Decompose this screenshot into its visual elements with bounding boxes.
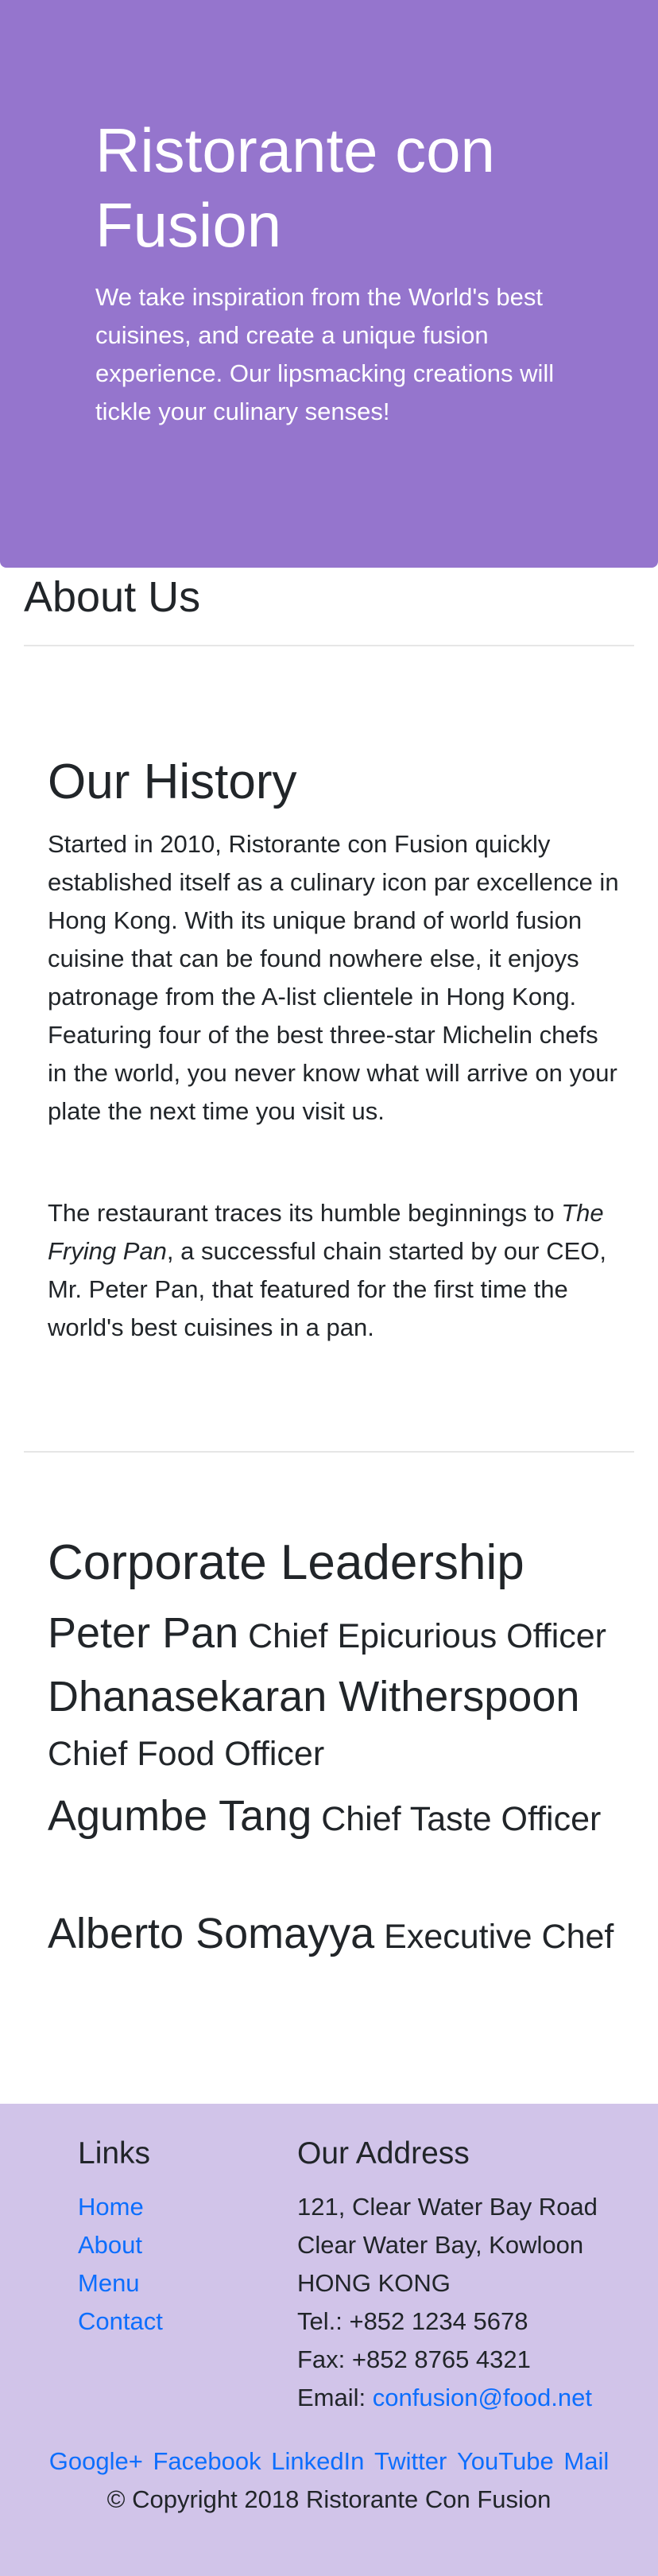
leader-item: Peter Pan Chief Epicurious Officer bbox=[48, 1606, 636, 1663]
fax-line: Fax: +852 8765 4321 bbox=[297, 2345, 531, 2373]
copyright-text: © Copyright 2018 Ristorante Con Fusion bbox=[106, 2485, 552, 2513]
email-link[interactable]: confusion@food.net bbox=[373, 2384, 592, 2411]
facebook-link[interactable]: Facebook bbox=[153, 2447, 261, 2475]
mail-link[interactable]: Mail bbox=[563, 2447, 609, 2475]
address-line: HONG KONG bbox=[297, 2269, 451, 2297]
jumbotron-title: Ristorante con Fusion bbox=[95, 115, 495, 260]
address-line: 121, Clear Water Bay Road bbox=[297, 2193, 598, 2221]
social-links: Google+ Facebook LinkedIn Twitter YouTub… bbox=[0, 2442, 658, 2481]
youtube-link[interactable]: YouTube bbox=[457, 2447, 554, 2475]
leader-item: Agumbe Tang Chief Taste Officer bbox=[48, 1789, 636, 1846]
history-heading: Our History bbox=[48, 755, 297, 809]
leader-name: Dhanasekaran Witherspoon bbox=[48, 1673, 580, 1721]
linkedin-link[interactable]: LinkedIn bbox=[271, 2447, 364, 2475]
jumbotron-text: We take inspiration from the World's bes… bbox=[95, 283, 555, 425]
leader-name: Alberto Somayya bbox=[48, 1910, 375, 1957]
email-label: Email: bbox=[297, 2384, 373, 2411]
history-paragraph-2: The restaurant traces its humble beginni… bbox=[48, 1194, 620, 1347]
divider bbox=[24, 645, 634, 646]
address-line: Clear Water Bay, Kowloon bbox=[297, 2231, 584, 2259]
footer-link-contact[interactable]: Contact bbox=[78, 2302, 163, 2341]
history-paragraph-1: Started in 2010, Ristorante con Fusion q… bbox=[48, 830, 619, 1125]
page-title: About Us bbox=[24, 573, 201, 621]
leader-item: Alberto Somayya Executive Chef bbox=[48, 1907, 636, 1964]
footer-link-home[interactable]: Home bbox=[78, 2188, 144, 2226]
footer-links-heading: Links bbox=[78, 2136, 151, 2171]
leader-designation: Executive Chef bbox=[384, 1918, 614, 1956]
footer-link-menu[interactable]: Menu bbox=[78, 2264, 140, 2302]
history-paragraph-2-start: The restaurant traces its humble beginni… bbox=[48, 1199, 562, 1227]
leader-designation: Chief Taste Officer bbox=[321, 1800, 602, 1838]
leader-item: Dhanasekaran Witherspoon Chief Food Offi… bbox=[48, 1670, 636, 1781]
footer-address-heading: Our Address bbox=[297, 2136, 470, 2171]
divider bbox=[24, 1451, 634, 1453]
twitter-link[interactable]: Twitter bbox=[374, 2447, 447, 2475]
email-line: Email: confusion@food.net bbox=[297, 2379, 592, 2417]
footer-link-about[interactable]: About bbox=[78, 2226, 142, 2264]
phone-line: Tel.: +852 1234 5678 bbox=[297, 2307, 528, 2335]
leadership-heading: Corporate Leadership bbox=[48, 1535, 524, 1590]
leader-name: Peter Pan bbox=[48, 1609, 239, 1657]
leader-designation: Chief Epicurious Officer bbox=[248, 1617, 607, 1655]
leader-designation: Chief Food Officer bbox=[48, 1735, 325, 1773]
google-plus-link[interactable]: Google+ bbox=[49, 2447, 143, 2475]
jumbotron: Ristorante con Fusion We take inspiratio… bbox=[0, 0, 658, 568]
leader-name: Agumbe Tang bbox=[48, 1792, 312, 1840]
